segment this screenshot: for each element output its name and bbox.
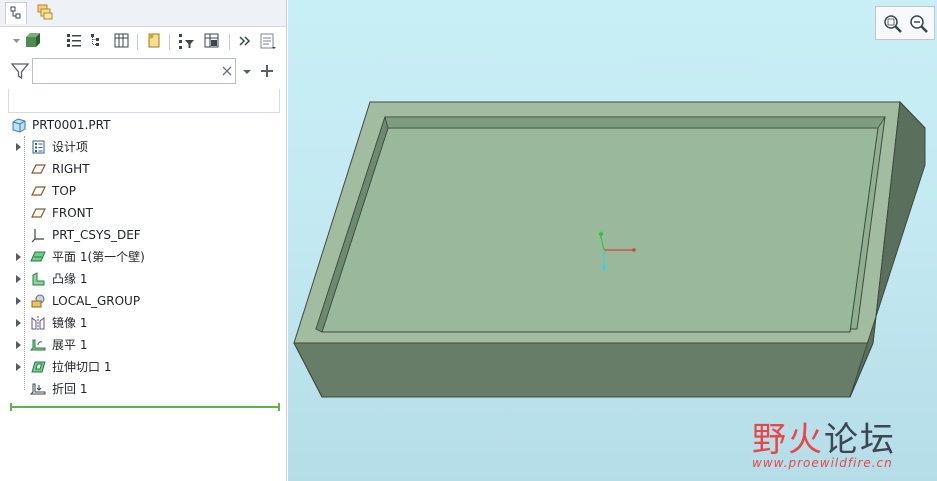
- watermark-title: 野火论坛: [752, 420, 896, 460]
- tree-item-label: 平面 1(第一个壁): [52, 250, 145, 264]
- tree-item-label: LOCAL_GROUP: [52, 294, 141, 308]
- design-items-icon: [32, 140, 45, 154]
- expand-arrow-icon[interactable]: [16, 143, 21, 151]
- tree-item-label: 拉伸切口 1: [52, 360, 112, 374]
- properties-button[interactable]: [258, 31, 278, 51]
- tree-item-mirror[interactable]: 镜像 1: [0, 312, 286, 334]
- expand-arrow-icon[interactable]: [16, 275, 21, 283]
- filter-funnel-icon[interactable]: [10, 61, 30, 81]
- document-list-icon: [260, 33, 276, 49]
- tree-item-local-group[interactable]: LOCAL_GROUP: [0, 290, 286, 312]
- tree-columns-icon: [67, 34, 81, 47]
- expand-arrow-icon[interactable]: [16, 297, 21, 305]
- display-menu-button[interactable]: [12, 31, 40, 51]
- tray-floor: [321, 127, 879, 333]
- tree-item-label: 折回 1: [52, 382, 88, 396]
- tree-expand-icon: [91, 34, 99, 46]
- search-row: [0, 58, 286, 86]
- tray-back-inner-wall: [384, 116, 886, 129]
- search-dropdown-icon[interactable]: [242, 67, 252, 77]
- expand-arrow-icon[interactable]: [16, 319, 21, 327]
- note-icon: [148, 33, 160, 48]
- expand-arrow-icon[interactable]: [16, 341, 21, 349]
- unbend-icon: [30, 339, 46, 351]
- search-input[interactable]: [32, 58, 236, 84]
- tree-columns-settings-button[interactable]: [202, 31, 222, 51]
- tree-item-design-items[interactable]: 设计项: [0, 136, 286, 158]
- expand-arrow-icon[interactable]: [16, 253, 21, 261]
- tree-item-label: 凸缘 1: [52, 272, 88, 286]
- datum-plane-icon: [31, 208, 46, 218]
- model-tree-panel: PRT0001.PRT 设计项 RIGHT TOP FRONT PRT_CSYS…: [0, 0, 287, 481]
- tree-item-top[interactable]: TOP: [0, 180, 286, 202]
- part-icon: [12, 118, 26, 133]
- tree-item-bend-back[interactable]: 折回 1: [0, 378, 286, 400]
- zoom-in-icon: [884, 15, 902, 33]
- panel-tabs: [0, 0, 286, 27]
- watermark-url: www.proewildfire.cn: [752, 456, 893, 470]
- tree-item-planar-wall[interactable]: 平面 1(第一个壁): [0, 246, 286, 268]
- tree-root-label: PRT0001.PRT: [32, 118, 111, 132]
- tree-item-flange[interactable]: 凸缘 1: [0, 268, 286, 290]
- tree-item-label: 镜像 1: [52, 316, 88, 330]
- forum-watermark: 野火论坛 www.proewildfire.cn: [748, 398, 928, 474]
- tree-toolbar: [0, 28, 286, 56]
- display-icon: [13, 33, 40, 47]
- view-zoom-toolbar: [875, 6, 935, 40]
- planar-wall-icon: [30, 251, 46, 262]
- tree-item-label: TOP: [52, 184, 77, 198]
- flange-icon: [32, 272, 45, 286]
- zoom-in-button[interactable]: [882, 13, 904, 35]
- tree-filter-button[interactable]: [176, 31, 196, 51]
- tree-item-right[interactable]: RIGHT: [0, 158, 286, 180]
- table-settings-icon: [114, 33, 129, 48]
- tree-settings-button[interactable]: [112, 31, 132, 51]
- group-icon: [31, 294, 45, 308]
- tree-header-box: [8, 89, 280, 113]
- expand-arrow-icon[interactable]: [16, 363, 21, 371]
- tree-item-label: 设计项: [52, 140, 89, 154]
- insert-here-indicator[interactable]: [10, 403, 280, 411]
- columns-settings-icon: [204, 33, 219, 48]
- tree-item-csys[interactable]: PRT_CSYS_DEF: [0, 224, 286, 246]
- tree-item-label: RIGHT: [52, 162, 90, 176]
- mirror-icon: [31, 316, 45, 330]
- more-tools-button[interactable]: [238, 31, 258, 51]
- tree-expand-button[interactable]: [88, 31, 108, 51]
- zoom-out-button[interactable]: [908, 13, 930, 35]
- insert-note-button[interactable]: [144, 31, 164, 51]
- tree-root-part[interactable]: PRT0001.PRT: [0, 114, 286, 136]
- layers-icon: [37, 4, 53, 20]
- datum-plane-icon: [31, 164, 46, 174]
- tray-front-face: [293, 342, 874, 398]
- tree-columns-button[interactable]: [64, 31, 84, 51]
- tree-item-label: FRONT: [52, 206, 93, 220]
- chevron-double-right-icon: [239, 36, 251, 46]
- zoom-out-icon: [910, 15, 928, 33]
- csys-icon: [31, 229, 44, 243]
- extrude-cut-icon: [31, 361, 46, 373]
- graphics-viewport[interactable]: 野火论坛 www.proewildfire.cn: [288, 0, 937, 481]
- clear-search-icon[interactable]: [221, 65, 233, 77]
- bend-back-icon: [30, 383, 46, 395]
- tree-item-extrude-cut[interactable]: 拉伸切口 1: [0, 356, 286, 378]
- tree-filter-icon: [179, 34, 194, 49]
- tree-item-label: PRT_CSYS_DEF: [52, 228, 141, 242]
- model-tree-icon: [10, 6, 21, 19]
- add-filter-icon[interactable]: [260, 64, 274, 78]
- tree-item-unbend[interactable]: 展平 1: [0, 334, 286, 356]
- tree-item-front[interactable]: FRONT: [0, 202, 286, 224]
- tree-item-label: 展平 1: [52, 338, 88, 352]
- datum-plane-icon: [31, 186, 46, 196]
- tab-layers[interactable]: [35, 2, 57, 24]
- tab-model-tree[interactable]: [5, 2, 27, 24]
